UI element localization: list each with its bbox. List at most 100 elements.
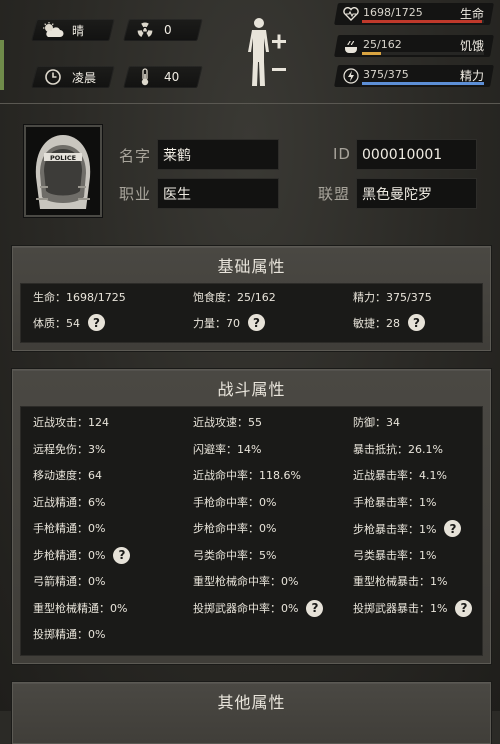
combat-attr-text: 远程免伤：3% xyxy=(33,442,106,456)
temperature-chip[interactable]: 40 xyxy=(123,66,203,88)
combat-attr: 重型枪械命中率：0% xyxy=(193,573,298,589)
partly-cloudy-icon xyxy=(42,22,64,38)
radiation-value: 0 xyxy=(164,23,172,37)
combat-attr: 移动速度：64 xyxy=(33,467,102,483)
combat-attributes-title: 战斗属性 xyxy=(217,380,286,399)
attr-agility-text: 敏捷：28 xyxy=(353,316,400,330)
combat-attr-text: 步枪精通：0% xyxy=(33,549,106,562)
combat-attr: 手枪精通：0% xyxy=(33,520,105,536)
combat-attr-text: 近战精通：6% xyxy=(33,495,106,509)
food-icon xyxy=(342,37,360,55)
combat-attr: 步枪暴击率：1%? xyxy=(353,520,462,537)
combat-attr-text: 手枪暴击率：1% xyxy=(353,495,437,509)
help-icon[interactable]: ? xyxy=(113,546,131,564)
health-value: 1698/1725 xyxy=(363,6,423,19)
help-icon[interactable]: ? xyxy=(88,314,105,331)
hunger-stat: 25/162 饥饿 xyxy=(334,34,494,60)
combat-attr-text: 移动速度：64 xyxy=(33,469,102,482)
combat-attr: 步枪精通：0%? xyxy=(33,546,131,564)
combat-attr: 近战暴击率：4.1% xyxy=(353,467,447,483)
help-icon[interactable]: ? xyxy=(306,599,324,617)
combat-attr: 闪避率：14% xyxy=(193,441,261,457)
radiation-icon xyxy=(134,22,156,38)
combat-attr: 重型枪械精通：0% xyxy=(33,600,127,616)
combat-attr-text: 暴击抵抗：26.1% xyxy=(353,442,443,456)
combat-attr-text: 步枪暴击率：1% xyxy=(353,522,437,536)
combat-attr-text: 近战命中率：118.6% xyxy=(193,469,301,482)
id-field: 000010001 xyxy=(356,139,477,170)
basic-attributes-body: 生命：1698/1725 饱食度：25/162 精力：375/375 体质：54… xyxy=(20,283,483,343)
combat-attr: 步枪命中率：0% xyxy=(193,520,276,536)
body-status-figure[interactable] xyxy=(244,16,292,88)
combat-attr: 弓箭精通：0% xyxy=(33,573,105,589)
avatar[interactable]: POLICE xyxy=(24,125,102,217)
basic-attributes-panel: 基础属性 生命：1698/1725 饱食度：25/162 精力：375/375 … xyxy=(12,246,491,351)
combat-attr-text: 弓类暴击率：1% xyxy=(353,548,437,562)
combat-attributes-body: 近战攻击：124 近战攻速：55 防御：34 远程免伤：3% 闪避率：14% 暴击抵抗：2… xyxy=(20,406,483,656)
energy-icon xyxy=(342,67,360,85)
radiation-chip[interactable]: 0 xyxy=(123,19,203,41)
plus-icon xyxy=(272,34,286,49)
hunger-value: 25/162 xyxy=(363,38,402,51)
hunger-bar xyxy=(362,52,484,55)
job-label: 职业 xyxy=(119,185,152,203)
other-attributes-panel: 其他属性 xyxy=(12,682,491,744)
helmet-badge-text: POLICE xyxy=(50,154,76,162)
attr-agility: 敏捷：28? xyxy=(353,314,425,331)
energy-bar xyxy=(362,82,484,85)
temperature-value: 40 xyxy=(164,70,180,84)
combat-attr: 手枪命中率：0% xyxy=(193,494,276,510)
body-figure-icon xyxy=(248,18,286,86)
help-icon[interactable]: ? xyxy=(408,314,425,331)
combat-attr: 弓类暴击率：1% xyxy=(353,547,436,563)
combat-attr-text: 手枪命中率：0% xyxy=(193,495,277,509)
combat-attr-text: 弓箭精通：0% xyxy=(33,575,106,588)
combat-attr-text: 重型枪械暴击：1% xyxy=(353,575,448,588)
time-chip[interactable]: 凌晨 xyxy=(31,66,115,88)
combat-attr: 远程免伤：3% xyxy=(33,441,105,457)
health-stat: 1698/1725 生命 xyxy=(334,2,494,28)
side-tab[interactable] xyxy=(0,40,4,90)
energy-value: 375/375 xyxy=(363,68,409,81)
minus-icon xyxy=(272,68,286,71)
combat-attr: 重型枪械暴击：1% xyxy=(353,573,447,589)
job-field: 医生 xyxy=(157,178,279,209)
combat-attr: 弓类命中率：5% xyxy=(193,547,276,563)
police-helmet-portrait: POLICE xyxy=(26,127,100,215)
combat-attr: 近战命中率：118.6% xyxy=(193,467,301,483)
help-icon[interactable]: ? xyxy=(248,314,265,331)
weather-label: 晴 xyxy=(72,23,85,38)
id-label: ID xyxy=(333,145,351,163)
attr-constitution: 体质：54? xyxy=(33,314,105,331)
combat-attr-text: 弓类命中率：5% xyxy=(193,548,277,562)
attr-strength-text: 力量：70 xyxy=(193,316,240,330)
basic-attributes-title: 基础属性 xyxy=(217,257,286,276)
combat-attr: 暴击抵抗：26.1% xyxy=(353,441,443,457)
combat-attr: 投掷精通：0% xyxy=(33,626,105,642)
alliance-field: 黑色曼陀罗 xyxy=(356,178,477,209)
heart-icon xyxy=(342,5,360,23)
thermometer-icon xyxy=(134,68,156,86)
combat-attributes-panel: 战斗属性 近战攻击：124 近战攻速：55 防御：34 远程免伤：3% 闪避率：14% 暴… xyxy=(12,369,491,664)
time-of-day-label: 凌晨 xyxy=(72,70,97,85)
alliance-label: 联盟 xyxy=(318,185,351,203)
attr-strength: 力量：70? xyxy=(193,314,265,331)
combat-attr-text: 闪避率：14% xyxy=(193,442,262,456)
help-icon[interactable]: ? xyxy=(444,520,462,537)
help-icon[interactable]: ? xyxy=(455,599,473,617)
name-label: 名字 xyxy=(119,147,152,165)
attr-health: 生命：1698/1725 xyxy=(33,291,126,304)
combat-attr: 近战攻速：55 xyxy=(193,414,262,430)
weather-chip[interactable]: 晴 xyxy=(31,19,115,41)
attr-energy: 精力：375/375 xyxy=(353,291,432,304)
combat-attr-text: 近战暴击率：4.1% xyxy=(353,469,447,482)
attr-constitution-text: 体质：54 xyxy=(33,316,80,330)
combat-attr: 防御：34 xyxy=(353,414,400,430)
attr-satiety: 饱食度：25/162 xyxy=(193,291,276,304)
health-bar xyxy=(362,20,484,23)
top-hud: 晴 0 凌晨 40 1698/1725 生命 25/162 饥饿 375/375… xyxy=(0,0,500,104)
combat-attr-text: 防御：34 xyxy=(353,416,400,429)
combat-attr: 近战精通：6% xyxy=(33,494,105,510)
clock-icon xyxy=(42,69,64,85)
combat-attr: 投掷武器暴击：1%? xyxy=(353,599,473,617)
